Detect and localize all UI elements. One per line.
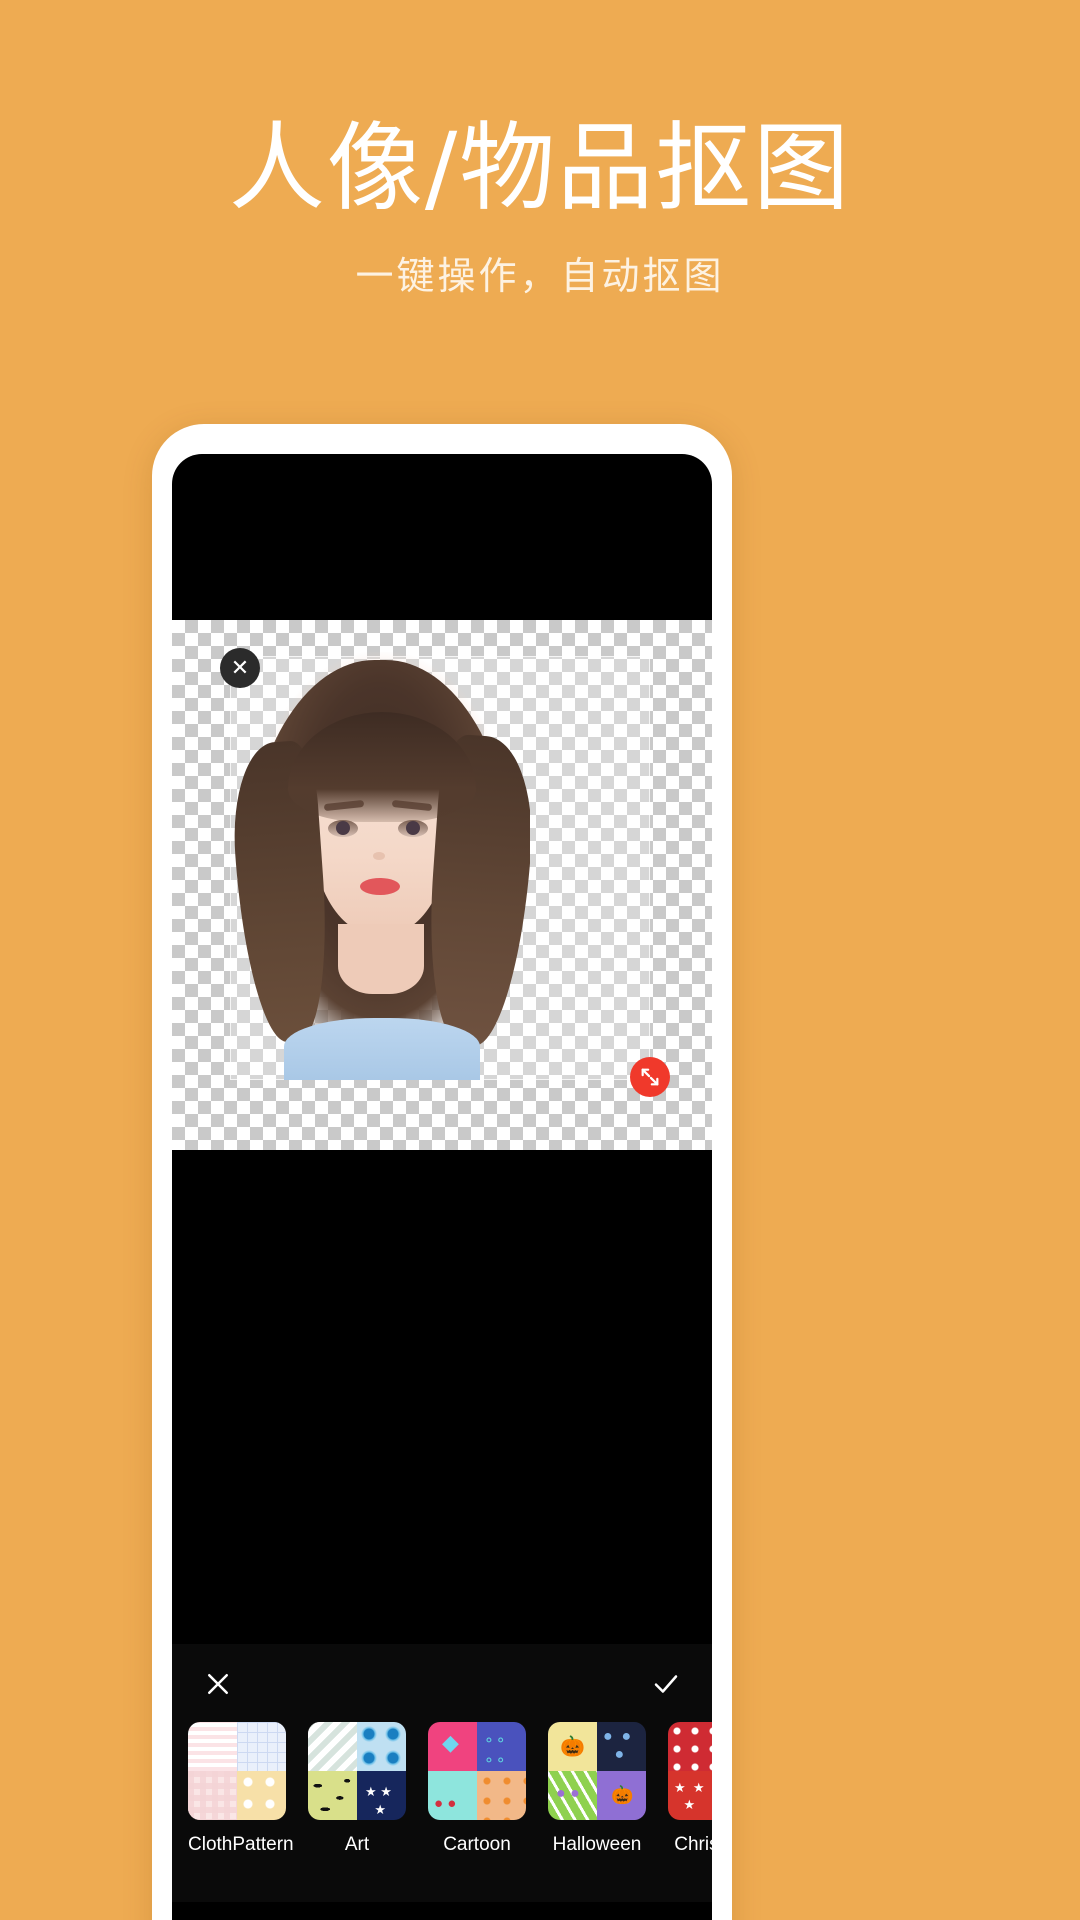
resize-handle-icon[interactable] — [630, 1057, 670, 1097]
sticker-thumbnail[interactable] — [428, 1722, 526, 1820]
check-icon — [654, 1675, 678, 1693]
sticker-category-label: Art — [344, 1834, 370, 1855]
sticker-category-item[interactable]: Art — [308, 1722, 406, 1856]
editor-bar: ClothPattern Art Cartoon Halloween Christmas — [172, 1644, 712, 1920]
sticker-thumbnail-quadrant — [188, 1771, 237, 1820]
sticker-thumbnail-quadrant — [477, 1771, 526, 1820]
sticker-thumbnail-quadrant — [548, 1771, 597, 1820]
portrait-photo[interactable] — [232, 652, 530, 1080]
sticker-thumbnail-quadrant — [308, 1771, 357, 1820]
sticker-thumbnail[interactable] — [188, 1722, 286, 1820]
pupil-right — [406, 821, 420, 835]
sticker-thumbnail-quadrant — [548, 1722, 597, 1771]
sticker-category-label: Cartoon — [443, 1834, 511, 1855]
sticker-thumbnail-quadrant — [357, 1771, 406, 1820]
bottom-safe-area — [172, 1902, 712, 1920]
sticker-category-item[interactable]: Halloween — [548, 1722, 646, 1856]
cancel-button[interactable] — [196, 1662, 240, 1706]
sticker-thumbnail[interactable] — [308, 1722, 406, 1820]
sticker-thumbnail-quadrant — [668, 1771, 712, 1820]
nose-shape — [373, 852, 385, 860]
phone-mockup: ✕ ClothPattern ★ ★ ★ Art ◆ ⚬⚬ ⚬⚬ ● ● Car… — [152, 424, 732, 1920]
lips-shape — [360, 878, 400, 895]
sticker-category-label: Christmas — [674, 1834, 712, 1855]
sticker-thumbnail-quadrant — [237, 1771, 286, 1820]
close-icon — [208, 1674, 228, 1694]
sticker-category-item[interactable]: ClothPattern — [188, 1722, 294, 1856]
sticker-thumbnail-quadrant — [188, 1722, 237, 1771]
sticker-thumbnail-quadrant — [237, 1722, 286, 1771]
sticker-thumbnail-quadrant — [668, 1722, 712, 1771]
sticker-category-item[interactable]: Christmas — [668, 1722, 712, 1856]
pupil-left — [336, 821, 350, 835]
sticker-thumbnail-quadrant — [428, 1722, 477, 1771]
sticker-category-label: Halloween — [552, 1834, 642, 1855]
sticker-thumbnail-quadrant — [357, 1722, 406, 1771]
sticker-category-label: ClothPattern — [188, 1834, 294, 1855]
page-subtitle: 一键操作，自动抠图 — [355, 254, 725, 298]
sticker-category-strip[interactable]: ClothPattern Art Cartoon Halloween Christmas — [172, 1722, 712, 1902]
sticker-thumbnail-quadrant — [597, 1722, 646, 1771]
sticker-thumbnail-quadrant — [308, 1722, 357, 1771]
shirt-shape — [284, 1018, 480, 1080]
eye-left — [328, 820, 358, 837]
sticker-category-item[interactable]: Cartoon — [428, 1722, 526, 1856]
cutout-canvas[interactable]: ✕ — [172, 620, 712, 1150]
sticker-thumbnail[interactable] — [668, 1722, 712, 1820]
promo-header: 人像/物品抠图 一键操作，自动抠图 — [0, 0, 1080, 400]
page-title: 人像/物品抠图 — [228, 112, 852, 224]
sticker-thumbnail-quadrant — [477, 1722, 526, 1771]
resize-arrows-glyph — [641, 1068, 659, 1086]
sticker-thumbnail-quadrant — [597, 1771, 646, 1820]
sticker-thumbnail[interactable] — [548, 1722, 646, 1820]
sticker-thumbnail-quadrant — [428, 1771, 477, 1820]
eye-right — [398, 820, 428, 837]
close-icon[interactable]: ✕ — [220, 648, 260, 688]
editor-actions — [172, 1644, 712, 1722]
close-glyph: ✕ — [230, 655, 250, 680]
confirm-button[interactable] — [644, 1662, 688, 1706]
phone-screen: ✕ ClothPattern ★ ★ ★ Art ◆ ⚬⚬ ⚬⚬ ● ● Car… — [172, 454, 712, 1920]
neck-shape — [338, 924, 424, 994]
portrait-image — [232, 652, 530, 1080]
